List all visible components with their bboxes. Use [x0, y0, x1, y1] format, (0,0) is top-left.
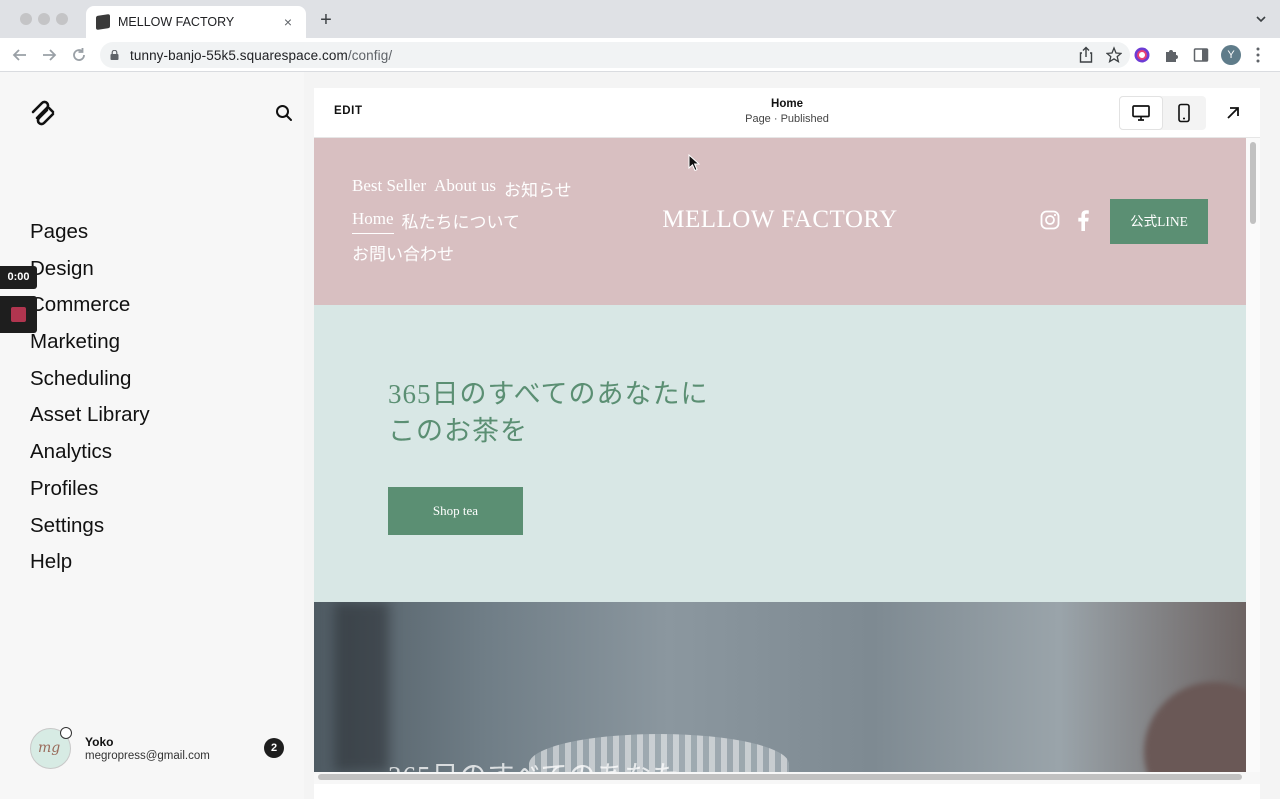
new-tab-button[interactable]: + — [316, 9, 336, 32]
address-bar[interactable]: tunny-banjo-55k5.squarespace.com/config/ — [100, 42, 1130, 68]
sidebar-item-commerce[interactable]: Commerce — [30, 291, 150, 328]
horizontal-scrollbar[interactable] — [314, 772, 1260, 784]
horizontal-scrollbar-thumb[interactable] — [318, 774, 1242, 780]
device-view-toggle — [1119, 96, 1206, 130]
side-panel-icon[interactable] — [1192, 46, 1210, 64]
forward-arrow-icon[interactable] — [40, 46, 58, 64]
official-line-button[interactable]: 公式LINE — [1110, 199, 1208, 244]
facebook-icon[interactable] — [1076, 209, 1090, 231]
mobile-view-button[interactable] — [1163, 96, 1207, 130]
reload-icon[interactable] — [70, 46, 88, 64]
sidebar-item-profiles[interactable]: Profiles — [30, 475, 150, 512]
browser-menu-icon[interactable] — [1256, 47, 1260, 63]
site-logo[interactable]: MELLOW FACTORY — [314, 206, 1246, 234]
photo-caption: 365日のすべてのあなた — [388, 754, 681, 772]
back-arrow-icon[interactable] — [11, 46, 29, 64]
window-zoom-button[interactable] — [56, 13, 68, 25]
instagram-icon[interactable] — [1040, 210, 1060, 230]
hero-heading-line-1: 365日のすべてのあなたに — [388, 379, 709, 409]
lock-icon[interactable] — [110, 50, 119, 60]
stop-icon — [11, 307, 26, 322]
user-name: Yoko — [85, 735, 114, 749]
sidebar-item-settings[interactable]: Settings — [30, 512, 150, 549]
site-nav-best-seller[interactable]: Best Seller — [352, 176, 426, 208]
editor-toolbar: EDIT Home Page · Published — [314, 88, 1260, 138]
user-avatar[interactable]: mg — [30, 727, 72, 769]
search-icon[interactable] — [275, 104, 293, 122]
window-minimize-button[interactable] — [38, 13, 50, 25]
share-icon[interactable] — [1078, 46, 1094, 64]
vertical-scrollbar[interactable] — [1246, 138, 1260, 772]
window-close-button[interactable] — [20, 13, 32, 25]
desktop-icon — [1131, 105, 1150, 121]
browser-toolbar: tunny-banjo-55k5.squarespace.com/config/… — [0, 38, 1280, 72]
user-avatar-logo-icon: mg — [38, 740, 61, 756]
mobile-icon — [1178, 103, 1191, 123]
sidebar-item-scheduling[interactable]: Scheduling — [30, 365, 150, 402]
color-picker-extension-icon[interactable] — [1133, 46, 1151, 64]
site-nav-news[interactable]: お知らせ — [504, 176, 572, 208]
sidebar-item-marketing[interactable]: Marketing — [30, 328, 150, 365]
photo-shadow — [334, 602, 389, 772]
recording-stop-button[interactable] — [0, 296, 37, 333]
url-host: tunny-banjo-55k5.squarespace.com — [130, 47, 348, 63]
squarespace-sidebar: Pages Design Commerce Marketing Scheduli… — [0, 72, 304, 799]
hero-heading-line-2: このお茶を — [388, 416, 528, 446]
browser-tab[interactable]: MELLOW FACTORY × — [86, 6, 306, 38]
sidebar-item-design[interactable]: Design — [30, 255, 150, 292]
browser-tab-bar: MELLOW FACTORY × + — [0, 0, 1280, 38]
photo-hand — [1144, 682, 1246, 772]
desktop-view-button[interactable] — [1119, 96, 1163, 130]
page-editor: EDIT Home Page · Published Best Seller A… — [314, 88, 1260, 799]
sidebar-item-asset-library[interactable]: Asset Library — [30, 401, 150, 438]
site-header: Best Seller About us お知らせ Home 私たちについて お… — [314, 138, 1246, 305]
sidebar-item-analytics[interactable]: Analytics — [30, 438, 150, 475]
profile-avatar[interactable]: Y — [1221, 45, 1241, 65]
sidebar-item-help[interactable]: Help — [30, 548, 150, 585]
tab-close-icon[interactable]: × — [280, 14, 296, 30]
tab-search-chevron-icon[interactable] — [1254, 12, 1268, 26]
user-email: megropress@gmail.com — [85, 750, 210, 762]
extensions-puzzle-icon[interactable] — [1163, 46, 1181, 64]
hero-photo: 365日のすべてのあなた — [314, 602, 1246, 772]
site-preview[interactable]: Best Seller About us お知らせ Home 私たちについて お… — [314, 138, 1246, 772]
hero-section: 365日のすべてのあなたに このお茶を Shop tea — [314, 305, 1246, 602]
url-text: tunny-banjo-55k5.squarespace.com/config/ — [130, 48, 392, 63]
site-nav-contact[interactable]: お問い合わせ — [352, 240, 454, 272]
tab-title: MELLOW FACTORY — [118, 15, 235, 29]
bookmark-star-icon[interactable] — [1106, 46, 1122, 64]
sidebar-item-pages[interactable]: Pages — [30, 218, 150, 255]
avatar-status-icon — [60, 727, 72, 739]
squarespace-logo-icon[interactable] — [30, 100, 56, 126]
shop-tea-button[interactable]: Shop tea — [388, 487, 523, 535]
notification-count-badge[interactable]: 2 — [264, 738, 284, 758]
squarespace-favicon-icon — [96, 14, 110, 30]
open-site-arrow-icon[interactable] — [1224, 104, 1242, 122]
recording-timer: 0:00 — [0, 266, 37, 289]
vertical-scrollbar-thumb[interactable] — [1250, 142, 1256, 224]
site-nav-about-us[interactable]: About us — [434, 176, 496, 208]
sidebar-nav: Pages Design Commerce Marketing Scheduli… — [30, 218, 150, 585]
mouse-cursor-icon — [688, 154, 700, 172]
omnibox-actions — [1078, 46, 1122, 64]
url-path: /config/ — [347, 47, 393, 63]
